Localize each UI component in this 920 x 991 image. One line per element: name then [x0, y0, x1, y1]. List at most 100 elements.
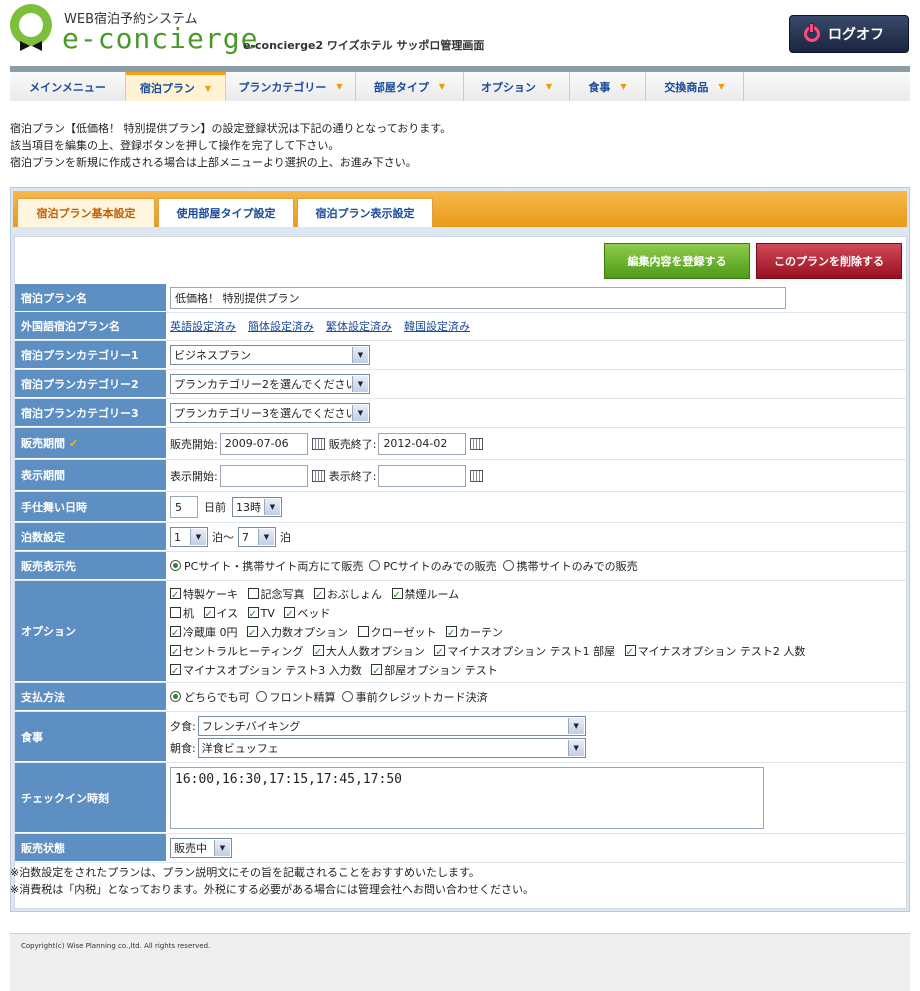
payment-option-any[interactable]: どちらでも可: [170, 689, 250, 705]
dropdown-arrow-icon: ▼: [718, 82, 725, 91]
dropdown-arrow-icon: ▼: [620, 82, 627, 91]
select-value: 販売中: [174, 842, 207, 855]
link-korean[interactable]: 韓国設定済み: [404, 318, 470, 334]
payment-option-front[interactable]: フロント精算: [255, 689, 336, 705]
select-value: ビジネスプラン: [174, 349, 251, 362]
calendar-icon[interactable]: [311, 437, 325, 450]
option-tv[interactable]: TV: [247, 605, 275, 624]
nav-plan[interactable]: 宿泊プラン ▼: [126, 72, 226, 101]
nav-exchange[interactable]: 交換商品 ▼: [646, 72, 744, 101]
checkbox-checked: [284, 605, 296, 624]
nav-plan-category[interactable]: プランカテゴリー ▼: [226, 72, 356, 101]
link-simplified[interactable]: 簡体設定済み: [248, 318, 314, 334]
tab-basic-settings[interactable]: 宿泊プラン基本設定: [17, 198, 155, 227]
link-english[interactable]: 英語設定済み: [170, 318, 236, 334]
radio-label: 事前クレジットカード決済: [355, 691, 488, 704]
option-central-heating[interactable]: セントラルヒーティング: [170, 643, 303, 662]
tab-bar: 宿泊プラン基本設定 使用部屋タイプ設定 宿泊プラン表示設定: [13, 191, 907, 227]
display-end-input[interactable]: [378, 464, 467, 487]
chevron-down-icon: ▼: [214, 840, 230, 856]
checkin-textarea[interactable]: 16:00,16:30,17:15,17:45,17:50: [170, 767, 764, 829]
option-closet[interactable]: クローゼット: [357, 626, 437, 639]
checkbox-checked: [371, 662, 383, 681]
select-value: プランカテゴリー3を選んでください: [174, 407, 357, 420]
checkbox-checked: [314, 586, 325, 605]
option-fridge[interactable]: 冷蔵庫 0円: [170, 624, 238, 643]
option-nonsmoking[interactable]: 禁煙ルーム: [391, 586, 459, 605]
note-line: ※消費税は「内税」となっております。外税にする必要がある場合には管理会社へお問い…: [10, 883, 535, 896]
tab-room-type-settings[interactable]: 使用部屋タイプ設定: [158, 198, 294, 227]
option-curtain[interactable]: カーテン: [446, 624, 503, 643]
sale-start-input[interactable]: 2009-07-06: [219, 432, 308, 455]
sales-dest-option-both[interactable]: PCサイト・携帯サイト両方にて販売: [170, 558, 363, 574]
nights-min-select[interactable]: 1 ▼: [170, 527, 208, 547]
nav-meal[interactable]: 食事 ▼: [570, 72, 646, 101]
options-line-1: 特製ケーキ 記念写真 おぶしょん 禁煙ルーム: [170, 585, 906, 605]
display-end-label: 表示終了:: [328, 469, 377, 483]
sales-dest-option-pc[interactable]: PCサイトのみでの販売: [369, 558, 497, 574]
dropdown-arrow-icon: ▼: [204, 83, 212, 93]
dinner-select[interactable]: フレンチバイキング ▼: [197, 716, 586, 736]
link-traditional[interactable]: 繁体設定済み: [326, 318, 392, 334]
option-room-test[interactable]: 部屋オプション テスト: [371, 662, 498, 681]
closing-days-input[interactable]: 5: [170, 496, 198, 518]
logoff-button[interactable]: ログオフ: [789, 15, 909, 53]
checkbox-checked: [312, 643, 324, 662]
tab-display-settings[interactable]: 宿泊プラン表示設定: [297, 198, 433, 227]
nav-option[interactable]: オプション ▼: [464, 72, 570, 101]
category-3-select[interactable]: プランカテゴリー3を選んでください ▼: [170, 403, 370, 423]
calendar-icon[interactable]: [470, 469, 484, 482]
option-adult-count[interactable]: 大人人数オプション: [312, 643, 425, 662]
radio-selected: [170, 691, 181, 702]
category-1-select[interactable]: ビジネスプラン ▼: [170, 345, 370, 365]
select-value: 1: [174, 530, 181, 544]
checkbox: [170, 607, 181, 618]
delete-button[interactable]: このプランを削除する: [756, 243, 902, 279]
display-start-input[interactable]: [219, 464, 308, 487]
option-cake[interactable]: 特製ケーキ: [170, 586, 238, 605]
radio-label: PCサイトのみでの販売: [383, 560, 497, 573]
option-minus-test2[interactable]: マイナスオプション テスト2 人数: [624, 643, 805, 662]
sale-end-input[interactable]: 2012-04-02: [378, 432, 467, 455]
label-text: 販売期間: [21, 437, 65, 450]
label-checkin: チェックイン時刻: [15, 763, 166, 833]
label-meal: 食事: [15, 712, 166, 762]
header: WEB宿泊予約システム e-concierge e-concierge2 ワイズ…: [0, 0, 920, 62]
option-desk[interactable]: 机: [170, 607, 194, 620]
plan-name-input[interactable]: 低価格！ 特別提供プラン: [170, 287, 786, 309]
breakfast-select[interactable]: 洋食ビュッフェ ▼: [197, 738, 586, 758]
checkbox-checked: [446, 624, 457, 643]
row-display-period: 表示期間 表示開始: 表示終了:: [15, 460, 906, 492]
option-label: マイナスオプション テスト3 入力数: [183, 664, 362, 677]
status-select[interactable]: 販売中 ▼: [170, 838, 232, 858]
chevron-down-icon: ▼: [258, 529, 274, 545]
nav-main-menu[interactable]: メインメニュー: [10, 72, 126, 101]
calendar-icon[interactable]: [470, 437, 484, 450]
option-obushon[interactable]: おぶしょん: [314, 586, 382, 605]
option-chair[interactable]: イス: [203, 605, 238, 624]
payment-option-credit[interactable]: 事前クレジットカード決済: [341, 689, 488, 705]
label-options: オプション: [15, 581, 166, 682]
option-minus-test1[interactable]: マイナスオプション テスト1 部屋: [434, 643, 615, 662]
option-bed[interactable]: ベッド: [284, 605, 330, 624]
row-nights: 泊数設定 1 ▼ 泊～ 7 ▼ 泊: [15, 523, 906, 552]
calendar-icon[interactable]: [311, 469, 325, 482]
closing-hour-select[interactable]: 13時 ▼: [232, 497, 282, 517]
nights-max-select[interactable]: 7 ▼: [238, 527, 276, 547]
form-area: 編集内容を登録する このプランを削除する 宿泊プラン名 低価格！ 特別提供プラン…: [14, 236, 907, 909]
option-photo[interactable]: 記念写真: [247, 588, 305, 601]
select-value: プランカテゴリー2を選んでください: [174, 378, 357, 391]
option-input-count[interactable]: 入力数オプション: [247, 624, 348, 643]
breakfast-label: 朝食:: [170, 742, 196, 755]
option-minus-test3[interactable]: マイナスオプション テスト3 入力数: [170, 662, 362, 681]
radio: [369, 560, 381, 571]
nav-room-type[interactable]: 部屋タイプ ▼: [356, 72, 464, 101]
sales-dest-option-mobile[interactable]: 携帯サイトのみでの販売: [502, 558, 638, 574]
notes: ※泊数設定をされたプランは、プラン説明文にその旨を記載されることをおすすめいたし…: [10, 864, 534, 898]
checkbox-checked: [247, 624, 258, 643]
label-status: 販売状態: [15, 834, 166, 862]
save-button[interactable]: 編集内容を登録する: [604, 243, 750, 279]
row-sale-period: 販売期間 ✔ 販売開始: 2009-07-06 販売終了: 2012-04-02: [15, 428, 906, 460]
label-closing: 手仕舞い日時: [15, 492, 166, 522]
category-2-select[interactable]: プランカテゴリー2を選んでください ▼: [170, 374, 370, 394]
